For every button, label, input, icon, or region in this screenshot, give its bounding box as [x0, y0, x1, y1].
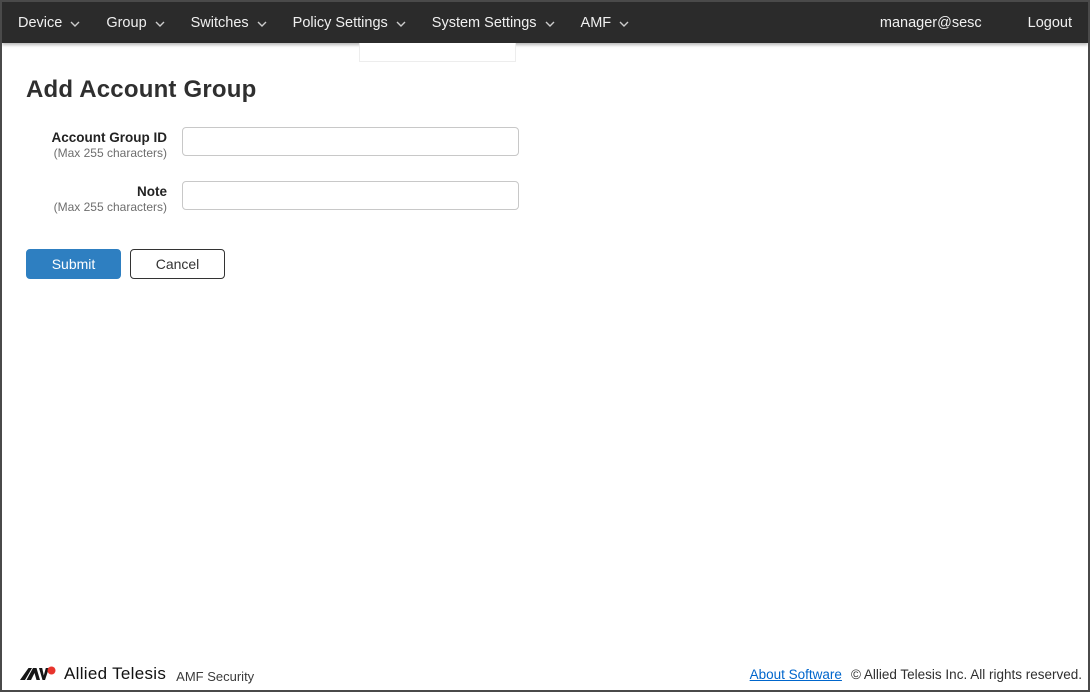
field-hint: (Max 255 characters) — [53, 200, 167, 214]
brand-name: Allied Telesis — [64, 664, 167, 683]
nav-item-label: AMF — [580, 14, 612, 31]
nav-item-label: Switches — [190, 14, 249, 31]
footer-brand: Allied Telesis AMF Security — [20, 664, 254, 684]
nav-item-device[interactable]: Device — [18, 15, 80, 31]
page-title: Add Account Group — [26, 76, 257, 103]
copyright-text: © Allied Telesis Inc. All rights reserve… — [850, 666, 1082, 682]
form-buttons: Submit Cancel — [26, 249, 1088, 279]
field-label: Note — [137, 184, 167, 199]
nav-menu: Device Group Switches Policy Settings Sy… — [18, 15, 655, 31]
logout-button[interactable]: Logout — [1028, 15, 1072, 31]
chevron-down-icon — [70, 21, 80, 27]
nav-item-label: Policy Settings — [292, 14, 388, 31]
chevron-down-icon — [619, 21, 629, 27]
field-label-account-group-id: Account Group ID (Max 255 characters) — [2, 127, 168, 161]
nav-right: manager@sesc Logout — [880, 15, 1072, 31]
footer-links: About Software © Allied Telesis Inc. All… — [750, 667, 1082, 682]
nav-item-switches[interactable]: Switches — [191, 15, 267, 31]
chevron-down-icon — [155, 21, 165, 27]
nav-item-label: System Settings — [431, 14, 537, 31]
nav-item-system-settings[interactable]: System Settings — [432, 15, 555, 31]
field-label: Account Group ID — [51, 130, 168, 145]
main-content: Add Account Group Account Group ID (Max … — [2, 43, 1088, 279]
note-input[interactable] — [182, 181, 519, 210]
chevron-down-icon — [396, 21, 406, 27]
submit-button[interactable]: Submit — [26, 249, 121, 279]
cancel-button[interactable]: Cancel — [130, 249, 225, 279]
logged-in-user: manager@sesc — [879, 14, 982, 31]
add-account-group-form: Account Group ID (Max 255 characters) No… — [2, 127, 1088, 215]
nav-item-group[interactable]: Group — [106, 14, 165, 31]
chevron-down-icon — [257, 21, 267, 27]
nav-item-label: Device — [18, 14, 63, 31]
top-navbar: Device Group Switches Policy Settings Sy… — [2, 2, 1088, 43]
about-software-link[interactable]: About Software — [750, 667, 842, 682]
field-hint: (Max 255 characters) — [53, 146, 167, 160]
field-label-note: Note (Max 255 characters) — [2, 181, 167, 215]
nav-item-amf[interactable]: AMF — [581, 15, 630, 31]
account-group-id-input[interactable] — [182, 127, 519, 156]
app-window: Device Group Switches Policy Settings Sy… — [0, 0, 1090, 692]
chevron-down-icon — [545, 21, 555, 27]
nav-item-label: Group — [106, 14, 147, 31]
product-name: AMF Security — [176, 668, 255, 684]
footer: Allied Telesis AMF Security About Softwa… — [20, 661, 1082, 687]
nav-item-policy-settings[interactable]: Policy Settings — [293, 15, 406, 31]
allied-telesis-logo-icon — [20, 665, 58, 683]
